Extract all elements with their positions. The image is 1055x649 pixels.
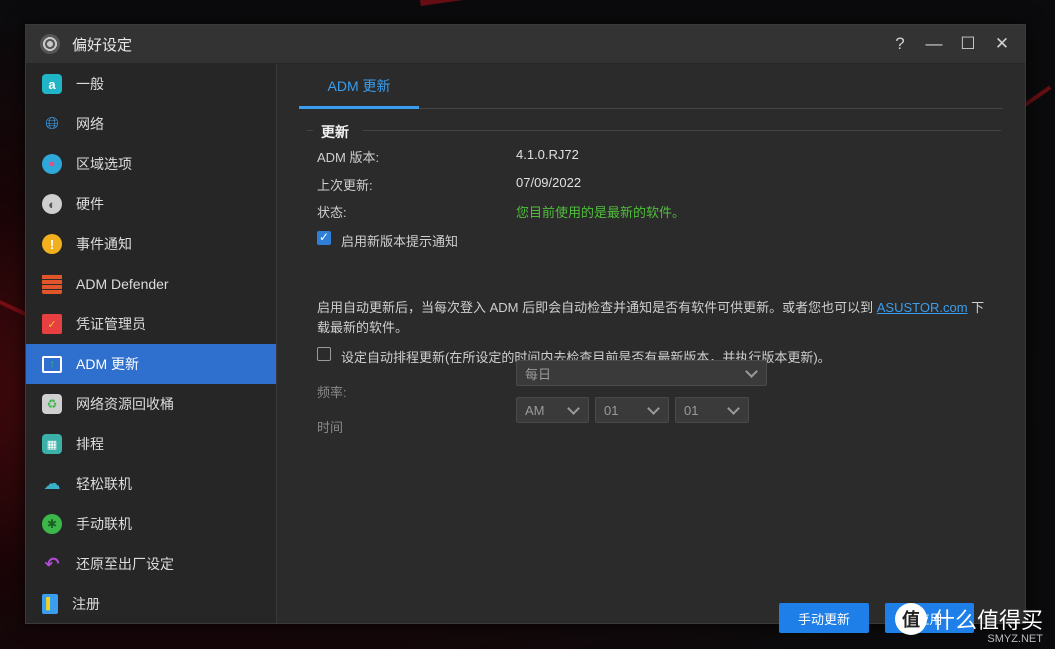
- sidebar-item-label: 手动联机: [76, 516, 132, 532]
- tab-adm-update[interactable]: ADM 更新: [299, 66, 419, 109]
- status-label: 状态:: [317, 205, 347, 220]
- sidebar-item-label: 凭证管理员: [76, 316, 146, 332]
- close-icon[interactable]: ✕: [993, 35, 1011, 53]
- sidebar-item-label: 轻松联机: [76, 476, 132, 492]
- sidebar-item-easy-connect[interactable]: ☁ 轻松联机: [26, 464, 276, 504]
- watermark: 值 什么值得买: [894, 603, 1043, 635]
- sidebar-item-network[interactable]: 🌐︎ 网络: [26, 104, 276, 144]
- frequency-select[interactable]: 每日: [516, 360, 767, 386]
- sidebar-item-schedule[interactable]: ▦ 排程: [26, 424, 276, 464]
- adm-version-label: ADM 版本:: [317, 150, 380, 165]
- register-icon: ▌: [42, 594, 58, 614]
- sidebar-item-recycle-bin[interactable]: ♻ 网络资源回收桶: [26, 384, 276, 424]
- chevron-down-icon: [567, 402, 580, 415]
- recycle-bin-icon: ♻: [42, 394, 62, 414]
- description-text: 启用自动更新后，当每次登入 ADM 后即会自动检查并通知是否有软件可供更新。或者…: [317, 300, 874, 315]
- globe-icon: 🌐︎: [45, 114, 59, 133]
- frequency-label: 频率:: [317, 385, 347, 400]
- status-value: 您目前使用的是最新的软件。: [516, 205, 686, 220]
- alert-icon: !: [42, 234, 62, 254]
- manual-connect-icon: ✱: [42, 514, 62, 534]
- calendar-icon: ▦: [42, 434, 62, 454]
- minimize-icon[interactable]: —: [925, 35, 943, 53]
- help-icon[interactable]: ?: [891, 35, 909, 53]
- hardware-icon: ◐: [42, 194, 62, 214]
- background-stripe: [420, 0, 699, 6]
- background-stripe: [0, 300, 28, 317]
- sidebar-item-notification[interactable]: ! 事件通知: [26, 224, 276, 264]
- sidebar-item-label: ADM 更新: [76, 356, 139, 372]
- watermark-subtext: SMYZ.NET: [987, 633, 1043, 645]
- sidebar-item-label: ADM Defender: [76, 276, 169, 292]
- firewall-icon: [42, 274, 62, 294]
- watermark-badge: 值: [894, 603, 927, 635]
- chevron-down-icon: [727, 402, 740, 415]
- last-update-value: 07/09/2022: [516, 175, 582, 190]
- last-update-label: 上次更新:: [317, 178, 373, 193]
- sidebar-item-label: 硬件: [76, 196, 104, 212]
- ampm-value: AM: [525, 402, 545, 418]
- manual-update-button[interactable]: 手动更新: [779, 603, 869, 633]
- sidebar-item-region[interactable]: ● 区域选项: [26, 144, 276, 184]
- time-hour-select[interactable]: 01: [595, 397, 669, 423]
- update-monitor-icon: ↑: [42, 355, 62, 373]
- frequency-value: 每日: [525, 366, 552, 382]
- main-panel: ADM 更新 更新 ADM 版本: 4.1.0.RJ72 上次更新: 07/09…: [277, 64, 1025, 633]
- sidebar-item-label: 网络资源回收桶: [76, 396, 174, 412]
- tab-bar: ADM 更新: [299, 64, 1003, 109]
- sidebar-item-label: 区域选项: [76, 156, 132, 172]
- region-globe-icon: ●: [42, 154, 62, 174]
- adm-version-value: 4.1.0.RJ72: [516, 147, 579, 162]
- sidebar-item-adm-update[interactable]: ↑ ADM 更新: [26, 344, 276, 384]
- notify-checkbox-label[interactable]: 启用新版本提示通知: [341, 231, 458, 250]
- time-ampm-select[interactable]: AM: [516, 397, 589, 423]
- preferences-app-icon: [40, 34, 60, 54]
- sidebar-item-label: 事件通知: [76, 236, 132, 252]
- sidebar-item-certificate[interactable]: ✓ 凭证管理员: [26, 304, 276, 344]
- cloud-upload-icon: ☁: [43, 474, 61, 493]
- auto-schedule-checkbox[interactable]: [317, 347, 331, 361]
- sidebar-item-general[interactable]: a 一般: [26, 64, 276, 104]
- restore-icon: ↶: [44, 553, 60, 574]
- time-label: 时间: [317, 420, 344, 435]
- maximize-icon[interactable]: ☐: [959, 35, 977, 53]
- sidebar-item-manual-connect[interactable]: ✱ 手动联机: [26, 504, 276, 544]
- sidebar-item-register[interactable]: ▌ 注册: [26, 584, 276, 624]
- sidebar: a 一般 🌐︎ 网络 ● 区域选项 ◐ 硬件 ! 事件通知 ADM Defend…: [26, 64, 277, 623]
- auto-update-description: 启用自动更新后，当每次登入 ADM 后即会自动检查并通知是否有软件可供更新。或者…: [317, 298, 997, 338]
- asustor-link[interactable]: ASUSTOR.com: [877, 300, 968, 315]
- sidebar-item-label: 还原至出厂设定: [76, 556, 174, 572]
- sidebar-item-label: 网络: [76, 116, 104, 132]
- notify-checkbox[interactable]: [317, 230, 331, 245]
- sidebar-item-adm-defender[interactable]: ADM Defender: [26, 264, 276, 304]
- sidebar-item-label: 注册: [72, 596, 100, 612]
- window-controls: ? — ☐ ✕: [891, 25, 1011, 63]
- time-minute-select[interactable]: 01: [675, 397, 749, 423]
- preferences-window: 偏好设定 ? — ☐ ✕ a 一般 🌐︎ 网络 ● 区域选项 ◐ 硬件 ! 事件…: [25, 24, 1026, 633]
- minute-value: 01: [684, 402, 699, 418]
- hour-value: 01: [604, 402, 619, 418]
- section-title: 更新: [321, 124, 349, 140]
- title-bar: 偏好设定 ? — ☐ ✕: [26, 25, 1025, 64]
- window-title: 偏好设定: [72, 36, 133, 54]
- general-icon: a: [42, 74, 62, 94]
- sidebar-item-factory-reset[interactable]: ↶ 还原至出厂设定: [26, 544, 276, 584]
- sidebar-item-label: 排程: [76, 436, 104, 452]
- certificate-icon: ✓: [42, 314, 62, 334]
- watermark-text: 什么值得买: [932, 608, 1043, 633]
- chevron-down-icon: [647, 402, 660, 415]
- chevron-down-icon: [745, 365, 758, 378]
- section-divider: [307, 130, 1001, 131]
- sidebar-item-hardware[interactable]: ◐ 硬件: [26, 184, 276, 224]
- sidebar-item-label: 一般: [76, 76, 104, 92]
